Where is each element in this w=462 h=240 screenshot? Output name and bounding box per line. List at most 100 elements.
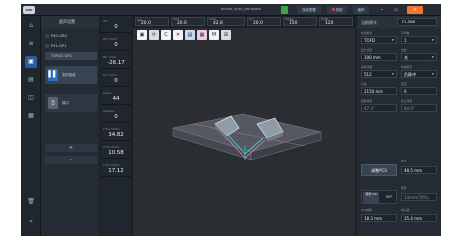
field-label: 检测模式 [361, 31, 373, 35]
probe-card[interactable]: ▌▌ 发射接收 [45, 66, 97, 84]
group-item-selected[interactable]: TOFD2-GP2 [45, 52, 97, 60]
probe-settings-icon[interactable]: ▣ [25, 56, 37, 68]
gain-field[interactable]: 增益 20.0 [135, 17, 169, 26]
width-field[interactable]: Width 120 [319, 17, 353, 26]
field-label: 终止角度 [401, 99, 413, 103]
rotate-tool-icon[interactable]: ⟳ [149, 30, 159, 40]
home-icon[interactable]: ⌂ [25, 20, 37, 32]
top-bar: SIUI archer_scan_template 保存配置 录制 面积 – ▫… [21, 4, 441, 16]
probe-label: 发射接收 [62, 73, 76, 77]
max-length-field[interactable]: 100 mm [361, 53, 397, 61]
field-label: 中心距 [401, 208, 410, 212]
probe-icon: ▌▌ [48, 69, 58, 81]
field-label: 起始角度 [361, 99, 373, 103]
close-icon[interactable]: ⨯ [407, 6, 423, 14]
app-window: SIUI archer_scan_template 保存配置 录制 面积 – ▫… [21, 4, 441, 236]
add-button[interactable]: + [45, 144, 97, 152]
archive-button[interactable]: 面积 [353, 6, 369, 14]
calibrate-pcs-button[interactable]: 调整PCS [361, 164, 397, 176]
list-icon[interactable]: ≡ [25, 38, 37, 50]
reading-item: Indexes 0 [101, 108, 131, 123]
filter-select[interactable]: 关 ▼ [401, 53, 437, 61]
field-label: PCS偏移 [361, 208, 373, 212]
chevron-down-icon: ▼ [391, 72, 394, 76]
scan-icon[interactable]: ▦ [25, 110, 37, 122]
wedge-field[interactable]: Wedge 150 [283, 17, 317, 26]
chevron-down-icon: ▼ [431, 38, 434, 42]
groups-panel: 超声设置 P40-GR0 P41-GP1 TOFD2-GP2 ▌▌ 发射接收 ▯… [41, 16, 99, 236]
field-label: 声速 [361, 82, 367, 86]
end-angle-field[interactable]: 84.0° [401, 104, 437, 112]
document-icon[interactable]: ▤ [25, 74, 37, 86]
checkbox[interactable] [45, 54, 49, 58]
reading-item: Y(m-r)(mm) 17.12 [101, 162, 131, 177]
reading-item: SA^(mm) 0 [101, 72, 131, 87]
clear-icon[interactable]: ✕ [173, 30, 183, 40]
toggle-off[interactable]: OFF [382, 192, 396, 203]
probe-card[interactable]: ▯ 端口 [45, 94, 97, 112]
field-label: 检波模式 [401, 65, 413, 69]
field-label: 采样点数 [361, 65, 373, 69]
toggle-on[interactable]: 调整 ON [363, 192, 379, 203]
sample-points-select[interactable]: 512 ▼ [361, 70, 397, 78]
chevron-down-icon: ▼ [431, 55, 434, 59]
measure-tool-icon[interactable]: M [209, 30, 219, 40]
analysis-icon[interactable]: ◫ [25, 92, 37, 104]
connect-button[interactable] [281, 6, 288, 14]
velocity-field[interactable]: 2150 m/s [361, 87, 397, 95]
pcs-label: PCS [401, 159, 407, 163]
pcs-offset-field[interactable]: 18.3 mm [361, 214, 397, 222]
minimize-icon[interactable]: – [377, 6, 387, 14]
adjust-toggle[interactable]: 调整 ON OFF [361, 190, 397, 204]
field-label: 最大长度 [361, 48, 373, 52]
3d-viewport[interactable]: ▣ ⟳ C ✕ ▤ ▦ M ⊞ [133, 28, 355, 236]
remove-button[interactable]: - [45, 156, 97, 164]
reading-item: Scans 44 [101, 90, 131, 105]
reading-item: Y(m-r)(mm) 10.58 [101, 144, 131, 159]
maximize-icon[interactable]: ▫ [391, 6, 401, 14]
group-item[interactable]: P40-GR0 [45, 32, 97, 40]
gate-field[interactable]: Gate 20.0 [171, 17, 205, 26]
scale-field[interactable]: Scale 42.8 [207, 17, 245, 26]
select-tool-icon[interactable]: ▣ [137, 30, 147, 40]
checkbox[interactable] [45, 44, 49, 48]
reading-item: PA^(mm) -26.17 [101, 54, 131, 69]
reset-view-icon[interactable]: C [161, 30, 171, 40]
mode-select[interactable]: TOFD ▼ [361, 36, 397, 44]
reading-item: Y(m-r)(mm) 34.82 [101, 126, 131, 141]
save-config-button[interactable]: 保存配置 [297, 6, 321, 14]
weld-model [172, 113, 322, 161]
left-nav: ⌂ ≡ ▣ ▤ ◫ ▦ 🗑 « [21, 16, 41, 236]
chevron-down-icon: ▼ [391, 38, 394, 42]
center-distance-field[interactable]: 35.4 mm [401, 214, 437, 222]
app-title: archer_scan_template [221, 7, 261, 11]
pcs-field[interactable]: 48.5 mm [401, 166, 437, 174]
collapse-icon[interactable]: « [25, 216, 37, 228]
record-icon [331, 8, 335, 11]
lin-field[interactable]: Lin 20.0 [247, 17, 281, 26]
readings-panel: A% 0 DA^(mm) 0 PA^(mm) -26.17 SA^(mm) 0 Scan… [101, 16, 131, 236]
probe-select[interactable]: F1-5N6 [397, 18, 437, 26]
delete-icon[interactable]: 🗑 [25, 196, 37, 208]
probe-settings-panel: 当前探头 F1-5N6 检测模式 TOFD ▼ 平均数 1 ▼ 最大长度 100 m… [357, 16, 441, 236]
field-label: 平均数 [401, 31, 410, 35]
checkbox[interactable] [45, 34, 49, 38]
average-select[interactable]: 1 ▼ [401, 36, 437, 44]
parameter-strip: 增益 20.0 Gate 20.0 Scale 42.8 Lin 20.0 Wedge 1… [133, 16, 355, 27]
probe-label: 端口 [62, 101, 69, 105]
layer-icon[interactable]: ▤ [185, 30, 195, 40]
field-label: 滤波 [401, 48, 407, 52]
fit-view-icon[interactable]: ⊞ [221, 30, 231, 40]
delay-field[interactable]: 0 [401, 87, 437, 95]
groups-panel-title: 超声设置 [41, 16, 99, 28]
thickness-field[interactable]: 14mm(70%) [401, 193, 437, 201]
field-label: 延迟 [401, 82, 407, 86]
grid-icon[interactable]: ▦ [197, 30, 207, 40]
thickness-label: 厚度 [401, 186, 407, 190]
reading-item: DA^(mm) 0 [101, 36, 131, 51]
group-item[interactable]: P41-GP1 [45, 42, 97, 50]
start-angle-field[interactable]: 47.3° [361, 104, 397, 112]
record-button[interactable]: 录制 [327, 6, 347, 14]
rectify-select[interactable]: 负脉冲 ▼ [401, 70, 437, 78]
probe-panel-title: 当前探头 [361, 20, 377, 25]
